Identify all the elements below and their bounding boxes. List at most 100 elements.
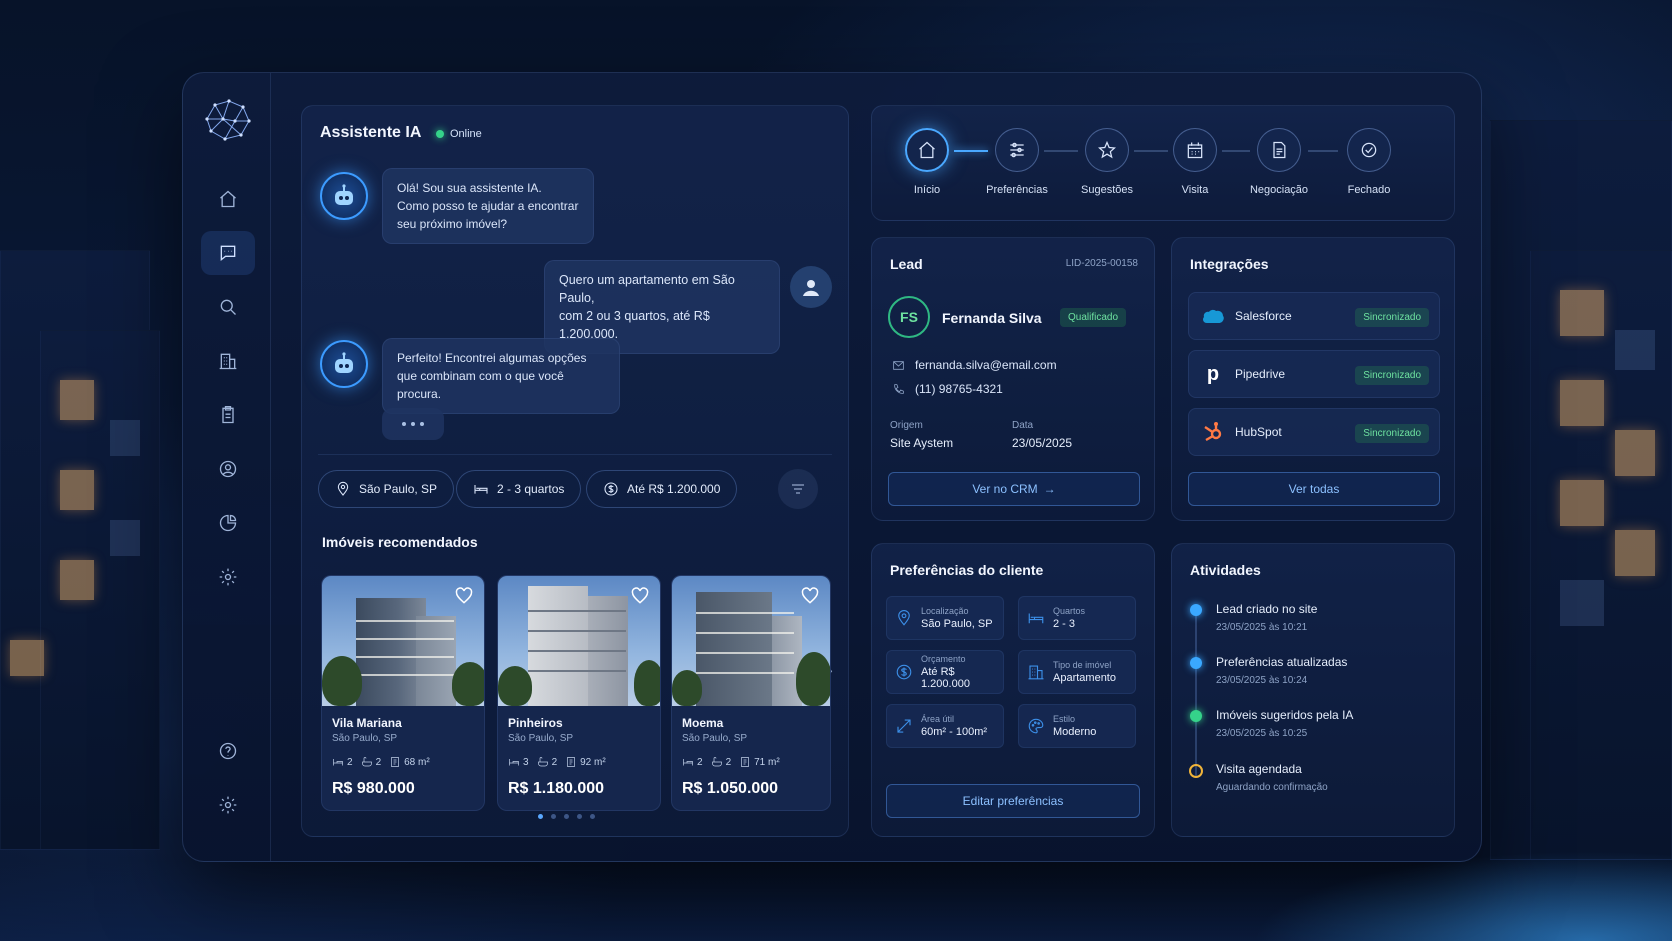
activity-time: 23/05/2025 às 10:25 [1216,728,1308,739]
pref-value: 2 - 3 [1053,618,1076,630]
step-negociacao[interactable]: Negociação [1234,128,1324,196]
map-pin-icon [898,610,910,626]
baths-value: 2 [551,756,558,768]
activity-item: Preferências atualizadas 23/05/2025 às 1… [1216,655,1347,686]
property-card[interactable]: Pinheiros São Paulo, SP 3 2 92 m² R$ 1.1… [497,575,661,811]
hubspot-icon [1204,422,1222,442]
chip-budget[interactable]: Até R$ 1.200.000 [586,470,738,508]
carousel-pager[interactable] [538,814,595,819]
lead-email[interactable]: fernanda.silva@email.com [915,358,1057,372]
activity-title: Preferências atualizadas [1216,655,1348,669]
pref-value: Até R$ 1.200.000 [921,666,970,690]
property-card[interactable]: Vila Mariana São Paulo, SP 2 2 68 m² R$ … [321,575,485,811]
pref-location: Localização São Paulo, SP [886,596,1004,640]
pref-label: Área útil [921,714,955,724]
divider [318,454,832,455]
pager-dot[interactable] [538,814,543,819]
area-icon [391,757,399,767]
chip-budget-label: Até R$ 1.200.000 [627,482,721,496]
step-label: Visita [1181,184,1209,196]
robot-icon [335,184,353,205]
chip-location[interactable]: São Paulo, SP [318,470,455,508]
sidebar [183,73,271,861]
salesforce-icon [1203,309,1224,323]
nav-preferences[interactable] [201,783,255,827]
view-crm-button[interactable]: Ver no CRM → [888,472,1140,506]
bot-avatar [320,172,368,220]
property-price: R$ 1.050.000 [682,780,779,797]
step-fechado[interactable]: Fechado [1324,128,1414,196]
chat-icon [220,245,236,262]
date-label: Data [1012,420,1034,431]
preferences-panel: Preferências do cliente Localização São P… [871,543,1155,837]
nav-reports[interactable] [201,501,255,545]
lead-phone[interactable]: (11) 98765-4321 [915,382,1003,396]
integration-name: Pipedrive [1235,367,1286,381]
integration-pipedrive[interactable]: p Pipedrive Sincronizado [1188,350,1440,398]
nav-help[interactable] [201,729,255,773]
integration-hubspot[interactable]: HubSpot Sincronizado [1188,408,1440,456]
brain-logo-icon [205,99,251,141]
pref-label: Orçamento [921,654,966,664]
online-status: Online [436,128,482,140]
step-inicio[interactable]: Início [882,128,972,196]
chip-bedrooms-label: 2 - 3 quartos [497,482,565,496]
status-text: Online [450,128,482,140]
chat-title: Assistente IA [320,124,422,141]
heart-icon[interactable] [800,586,820,606]
typing-indicator [382,408,444,440]
nav-chat[interactable] [201,231,255,275]
pref-budget: Orçamento Até R$ 1.200.000 [886,650,1004,694]
preferences-title: Preferências do cliente [890,562,1044,578]
view-all-button[interactable]: Ver todas [1188,472,1440,506]
expand-icon [897,719,911,733]
heart-icon[interactable] [454,586,474,606]
pref-value: São Paulo, SP [921,618,993,630]
nav-tasks[interactable] [201,393,255,437]
step-sugestoes[interactable]: Sugestões [1062,128,1152,196]
filter-button[interactable] [778,469,818,509]
integration-name: Salesforce [1235,309,1292,323]
nav-contacts[interactable] [201,447,255,491]
step-label: Preferências [986,184,1048,196]
area-value: 92 m² [580,756,606,768]
activities-panel: Atividades Lead criado no site 23/05/202… [1171,543,1455,837]
pager-dot[interactable] [551,814,556,819]
pref-value: Moderno [1053,726,1097,738]
gear-icon [219,568,237,586]
nav-home[interactable] [201,177,255,221]
edit-preferences-label: Editar preferências [962,794,1064,808]
sliders-icon [1010,142,1024,158]
chip-bedrooms[interactable]: 2 - 3 quartos [456,470,582,508]
clipboard-icon [222,406,234,424]
property-specs: 3 2 92 m² [508,756,606,768]
nav-properties[interactable] [201,339,255,383]
pref-label: Estilo [1053,714,1076,724]
heart-icon[interactable] [630,586,650,606]
dollar-icon [896,664,912,680]
nav-search[interactable] [201,285,255,329]
property-card[interactable]: Moema São Paulo, SP 2 2 71 m² R$ 1.050.0… [671,575,831,811]
activity-time: Aguardando confirmação [1216,782,1328,793]
property-price: R$ 980.000 [332,780,415,797]
bed-icon [474,485,488,494]
pref-label: Quartos [1053,606,1086,616]
step-label: Fechado [1347,184,1391,196]
activity-time: 23/05/2025 às 10:21 [1216,622,1308,633]
pager-dot[interactable] [590,814,595,819]
step-visita[interactable]: Visita [1150,128,1240,196]
lead-panel: Lead LID-2025-00158 FS Fernanda Silva Qu… [871,237,1155,521]
bath-icon [711,757,722,767]
activity-title: Lead criado no site [1216,602,1318,616]
edit-preferences-button[interactable]: Editar preferências [886,784,1140,818]
pager-dot[interactable] [564,814,569,819]
property-city: São Paulo, SP [682,733,748,744]
step-preferencias[interactable]: Preferências [972,128,1062,196]
integration-salesforce[interactable]: Salesforce Sincronizado [1188,292,1440,340]
nav-settings[interactable] [201,555,255,599]
date-value: 23/05/2025 [1012,436,1073,450]
view-crm-label: Ver no CRM [972,482,1038,496]
pager-dot[interactable] [577,814,582,819]
document-icon [1273,141,1286,159]
activity-item: Imóveis sugeridos pela IA 23/05/2025 às … [1216,708,1353,739]
